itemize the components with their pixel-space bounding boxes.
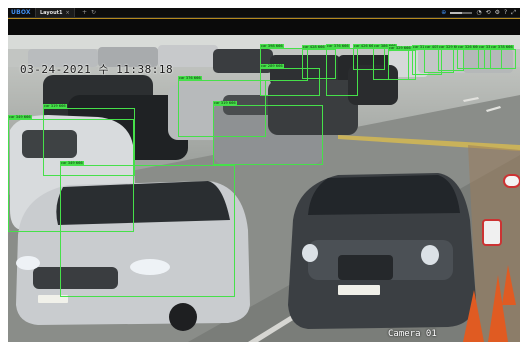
help-icon[interactable]: ? [504,8,507,17]
divider [8,18,520,19]
globe-icon[interactable]: ⊕ [441,8,446,17]
vms-window: UBOX Layout1 × + ↻ ⊕ ◔ ⟲ ⚙ ? ⤢ car 398 6… [8,8,520,342]
add-tab-button[interactable]: + [82,8,87,17]
detection-label: car 289 666 [260,64,284,69]
detection-box[interactable]: car 378 666 [490,45,516,69]
camera-label: Camera 01 [388,329,437,339]
detection-label: car 376 666 [178,76,202,81]
tab-layout1[interactable]: Layout1 × [35,8,75,17]
detection-label: car 349 666 [8,115,32,120]
detection-box[interactable]: car 289 666 [260,64,320,96]
camera-view[interactable]: car 398 666 car 428 666 car 376 666 car 426… [8,35,520,342]
detection-box[interactable]: car 349 666 [60,161,235,297]
undo-icon[interactable]: ⟲ [486,8,491,17]
detection-label: car 319 666 [213,101,237,106]
top-bar: UBOX Layout1 × + ↻ ⊕ ◔ ⟲ ⚙ ? ⤢ [8,8,520,18]
detection-label: car 349 666 [60,161,84,166]
detection-label: car 398 666 [260,44,284,49]
timestamp-overlay: 03-24-2021 수 11:38:18 [20,63,174,76]
close-icon[interactable]: × [66,10,70,16]
detection-label: car 319 666 [43,104,67,109]
detection-label: car 329 666 [388,46,412,51]
detection-label: car 378 666 [490,45,514,50]
toolbar-right: ⊕ ◔ ⟲ ⚙ ? ⤢ [441,8,516,17]
fullscreen-icon[interactable]: ⤢ [511,8,516,17]
detection-box[interactable]: car 319 666 [213,101,323,165]
brightness-icon[interactable]: ◔ [476,8,481,17]
tab-label: Layout1 [40,9,63,16]
detection-label: car 428 666 [302,45,326,50]
zoom-slider-fill [450,11,463,14]
zoom-slider[interactable] [450,11,473,14]
app-logo: UBOX [11,9,31,16]
gear-icon[interactable]: ⚙ [495,8,500,17]
refresh-icon[interactable]: ↻ [91,8,96,17]
detection-label: car 376 666 [326,44,350,49]
